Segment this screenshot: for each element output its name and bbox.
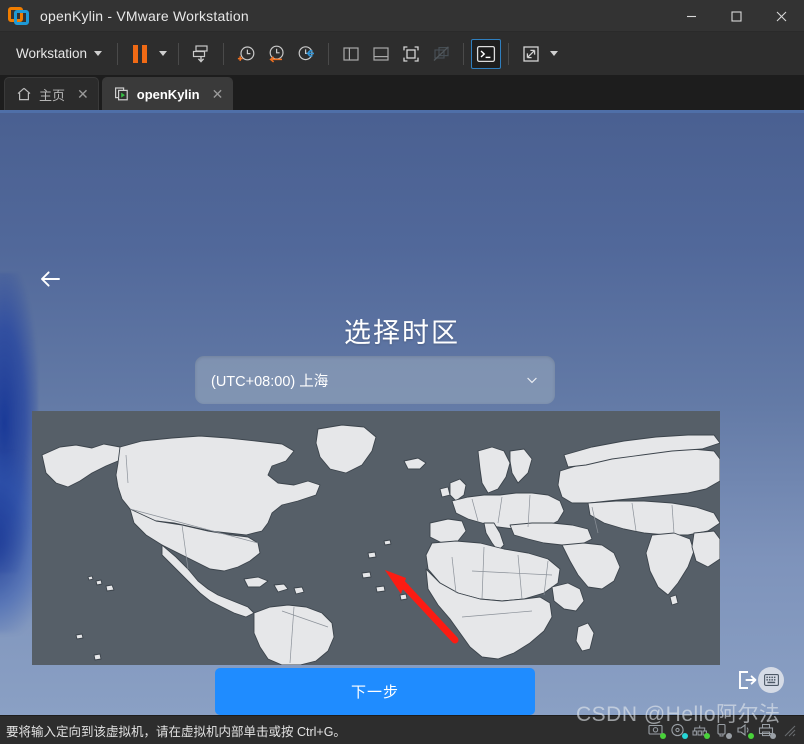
- timezone-select[interactable]: (UTC+08:00) 上海: [195, 356, 555, 404]
- timezone-world-map[interactable]: [32, 411, 720, 665]
- workstation-menu-button[interactable]: Workstation: [6, 41, 110, 66]
- pause-icon: [133, 44, 148, 63]
- bottom-panel-icon: [373, 46, 389, 61]
- minimize-button[interactable]: [669, 0, 714, 32]
- back-arrow-icon: [41, 271, 60, 287]
- toolbar-separator: [328, 42, 330, 65]
- tab-openkylin-close-icon[interactable]: ✕: [212, 87, 224, 101]
- world-map-svg: [32, 411, 720, 665]
- back-button[interactable]: [36, 265, 64, 293]
- revert-snapshot-button[interactable]: [261, 39, 291, 69]
- vm-console-area[interactable]: 选择时区 (UTC+08:00) 上海 下一步: [0, 113, 804, 715]
- split-panel-icon: [343, 46, 359, 61]
- fullscreen-icon: [403, 45, 419, 62]
- toolbar-separator: [508, 42, 510, 65]
- vmware-workstation-window: openKylin - VMware Workstation Workstati…: [0, 0, 804, 744]
- keyboard-button[interactable]: [758, 667, 784, 693]
- stretch-dropdown-button[interactable]: [546, 39, 562, 69]
- tab-openkylin-label: openKylin: [136, 86, 200, 102]
- printer-indicator[interactable]: [758, 723, 776, 739]
- close-button[interactable]: [759, 0, 804, 32]
- console-view-button[interactable]: [471, 38, 502, 69]
- title-bar: openKylin - VMware Workstation: [0, 0, 804, 32]
- vm-running-icon: [114, 87, 128, 101]
- stretch-guest-button[interactable]: [516, 39, 546, 69]
- usb-indicator[interactable]: [714, 723, 732, 739]
- logout-icon[interactable]: [734, 667, 760, 693]
- chevron-down-icon: [550, 51, 559, 56]
- chevron-down-icon: [94, 51, 103, 56]
- expand-arrows-icon: [523, 45, 539, 62]
- resize-grip-icon[interactable]: [782, 723, 796, 737]
- clock-plus-icon: [237, 45, 255, 61]
- clock-back-icon: [269, 45, 284, 62]
- hard-disk-indicator[interactable]: [648, 723, 666, 739]
- tab-home[interactable]: 主页 ✕: [4, 77, 99, 110]
- manage-snapshots-button[interactable]: [291, 39, 321, 69]
- maximize-button[interactable]: [714, 0, 759, 32]
- terminal-icon: [476, 45, 496, 62]
- home-icon: [17, 87, 31, 101]
- status-message: 要将输入定向到该虚拟机，请在虚拟机内部单击或按 Ctrl+G。: [6, 724, 346, 739]
- unity-mode-button: [426, 39, 456, 69]
- next-button-label: 下一步: [350, 684, 399, 701]
- keyboard-icon: [763, 674, 779, 686]
- tab-openkylin[interactable]: openKylin ✕: [101, 77, 234, 110]
- tab-bar: 主页 ✕ openKylin ✕: [0, 76, 804, 113]
- send-to-vm-icon: [192, 44, 208, 63]
- tab-home-close-icon[interactable]: ✕: [77, 87, 89, 101]
- network-indicator[interactable]: [692, 723, 710, 739]
- send-ctrl-alt-del-button[interactable]: [186, 39, 216, 69]
- toolbar-separator: [178, 42, 180, 65]
- chevron-down-icon: [527, 377, 537, 384]
- toolbar-separator: [463, 42, 465, 65]
- unity-disabled-icon: [433, 45, 449, 61]
- timezone-select-value: (UTC+08:00) 上海: [211, 373, 329, 390]
- main-toolbar: Workstation: [0, 32, 804, 76]
- cdrom-indicator[interactable]: [670, 723, 688, 739]
- pause-dropdown-button[interactable]: [155, 39, 171, 69]
- device-indicators: [648, 723, 800, 739]
- window-controls: [669, 0, 804, 32]
- vmware-logo-icon: [8, 5, 30, 27]
- sound-indicator[interactable]: [736, 723, 754, 739]
- show-console-view-button[interactable]: [366, 39, 396, 69]
- chevron-down-icon: [159, 51, 168, 56]
- installer-corner-controls: [734, 667, 784, 693]
- enter-fullscreen-button[interactable]: [396, 39, 426, 69]
- toolbar-separator: [117, 42, 119, 65]
- toolbar-separator: [223, 42, 225, 65]
- next-button[interactable]: 下一步: [215, 668, 535, 715]
- show-library-button[interactable]: [336, 39, 366, 69]
- window-title: openKylin - VMware Workstation: [40, 7, 249, 24]
- status-bar: 要将输入定向到该虚拟机，请在虚拟机内部单击或按 Ctrl+G。 CSDN @He…: [0, 703, 804, 744]
- openkylin-installer-screen: 选择时区 (UTC+08:00) 上海 下一步: [0, 113, 804, 715]
- tab-home-label: 主页: [39, 87, 66, 103]
- clock-wrench-icon: [298, 45, 315, 60]
- take-snapshot-button[interactable]: [231, 39, 261, 69]
- page-title: 选择时区: [344, 318, 460, 348]
- workstation-menu-label: Workstation: [16, 46, 88, 61]
- pause-vm-button[interactable]: [125, 39, 155, 69]
